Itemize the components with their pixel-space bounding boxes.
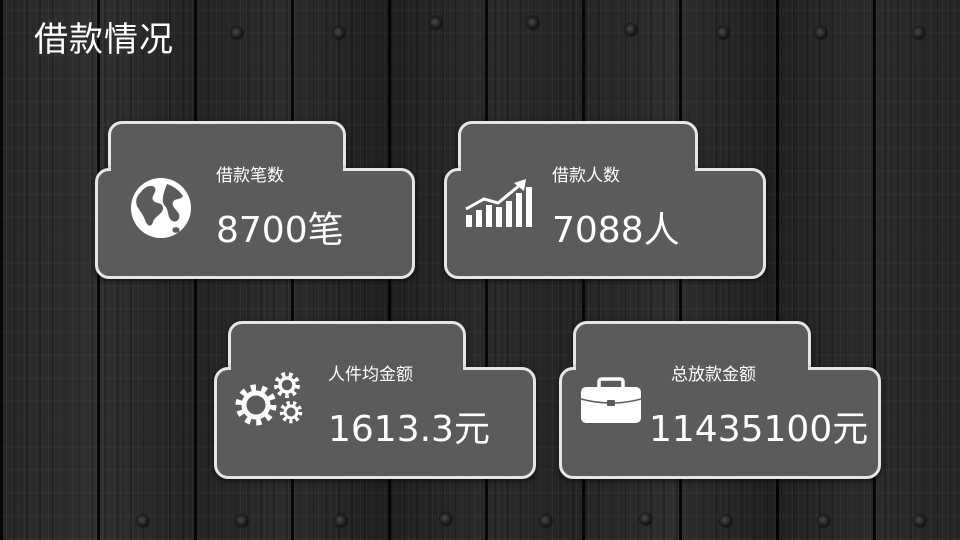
card-borrower-count: 借款人数 7088人	[444, 121, 766, 279]
card-average-amount: 人件均金额 1613.3元	[214, 321, 536, 479]
nail-decoration	[137, 515, 149, 527]
bar-chart-growth-icon	[464, 179, 534, 233]
nail-decoration	[815, 27, 827, 39]
nail-decoration	[231, 27, 243, 39]
nail-decoration	[440, 513, 452, 525]
slide-title: 借款情况	[34, 20, 174, 60]
nail-decoration	[913, 27, 925, 39]
briefcase-icon	[579, 377, 643, 429]
nail-decoration	[818, 515, 830, 527]
gears-icon	[234, 371, 306, 435]
nail-decoration	[717, 27, 729, 39]
card-label: 借款笔数	[216, 166, 284, 186]
card-label: 人件均金额	[328, 365, 413, 385]
card-label: 总放款金额	[671, 365, 756, 385]
globe-icon	[129, 176, 193, 244]
card-value: 11435100元	[649, 409, 869, 450]
nail-decoration	[527, 17, 539, 29]
card-label: 借款人数	[552, 166, 620, 186]
nail-decoration	[236, 515, 248, 527]
nail-decoration	[625, 24, 637, 36]
card-value: 8700笔	[216, 210, 344, 251]
card-total-loan-amount: 总放款金额 11435100元	[559, 321, 881, 479]
nail-decoration	[335, 515, 347, 527]
nail-decoration	[640, 513, 652, 525]
card-value: 1613.3元	[328, 409, 490, 450]
card-loan-count: 借款笔数 8700笔	[95, 121, 415, 279]
card-value: 7088人	[552, 210, 680, 251]
nail-decoration	[333, 27, 345, 39]
nail-decoration	[540, 515, 552, 527]
nail-decoration	[914, 515, 926, 527]
nail-decoration	[720, 515, 732, 527]
nail-decoration	[430, 17, 442, 29]
